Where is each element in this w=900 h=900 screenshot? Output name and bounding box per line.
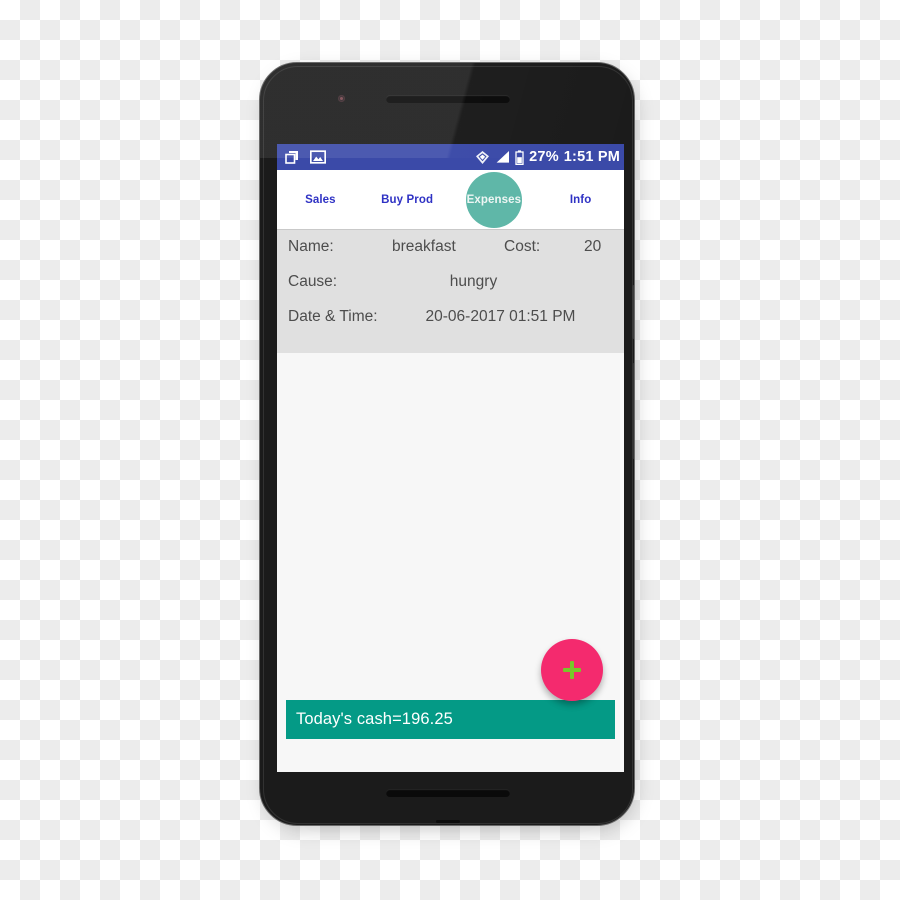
earpiece-speaker [386, 95, 510, 103]
tab-bar: Sales Buy Prod Expenses Info [277, 170, 624, 230]
name-value: breakfast [392, 238, 456, 255]
todays-cash-label: Today's cash=196.25 [296, 710, 453, 728]
device-bottom-port [436, 820, 460, 823]
tab-expenses[interactable]: Expenses [451, 170, 538, 229]
datetime-label: Date & Time: [288, 308, 378, 325]
add-expense-fab[interactable] [541, 639, 603, 701]
bottom-speaker-grille [386, 789, 510, 797]
windows-stack-icon [284, 149, 300, 165]
detail-row-cause: Cause: hungry [288, 273, 613, 308]
expense-list-area: Today's cash=196.25 [277, 353, 624, 749]
status-bar: 27% 1:51 PM [277, 144, 624, 170]
todays-cash-bar: Today's cash=196.25 [286, 700, 615, 739]
tab-info[interactable]: Info [537, 170, 624, 229]
expense-detail-panel[interactable]: Name: breakfast Cost: 20 Cause: hungry D… [277, 230, 624, 353]
cause-value: hungry [449, 273, 498, 290]
tab-buy-prod-label: Buy Prod [381, 193, 434, 206]
battery-percent-label: 27% [529, 148, 559, 165]
tab-info-label: Info [569, 193, 592, 206]
device-body: 27% 1:51 PM Sales Buy Prod Expenses Info [259, 62, 635, 826]
cost-label: Cost: [504, 238, 541, 255]
phone-device-mockup: 27% 1:51 PM Sales Buy Prod Expenses Info [259, 62, 641, 834]
tab-sales[interactable]: Sales [277, 170, 364, 229]
front-camera-icon [338, 95, 345, 102]
phone-screen: 27% 1:51 PM Sales Buy Prod Expenses Info [277, 144, 624, 772]
signal-triangle-icon [495, 150, 510, 164]
clock-label: 1:51 PM [563, 148, 620, 165]
detail-row-datetime: Date & Time: 20-06-2017 01:51 PM [288, 308, 613, 343]
detail-row-name: Name: breakfast Cost: 20 [288, 238, 613, 273]
status-bar-left-icons [284, 149, 326, 165]
plus-icon [562, 660, 582, 680]
battery-icon [515, 149, 524, 165]
diamond-gem-icon [475, 150, 490, 165]
cause-label: Cause: [288, 273, 338, 290]
power-button[interactable] [632, 285, 634, 339]
cost-value: 20 [584, 238, 602, 255]
name-label: Name: [288, 238, 334, 255]
tab-sales-label: Sales [305, 193, 336, 206]
volume-button[interactable] [632, 363, 634, 459]
tab-expenses-label: Expenses [466, 193, 522, 206]
datetime-value: 20-06-2017 01:51 PM [425, 308, 576, 325]
image-icon [310, 150, 326, 164]
status-bar-right-icons: 27% 1:51 PM [475, 150, 620, 165]
tab-buy-prod[interactable]: Buy Prod [364, 170, 451, 229]
